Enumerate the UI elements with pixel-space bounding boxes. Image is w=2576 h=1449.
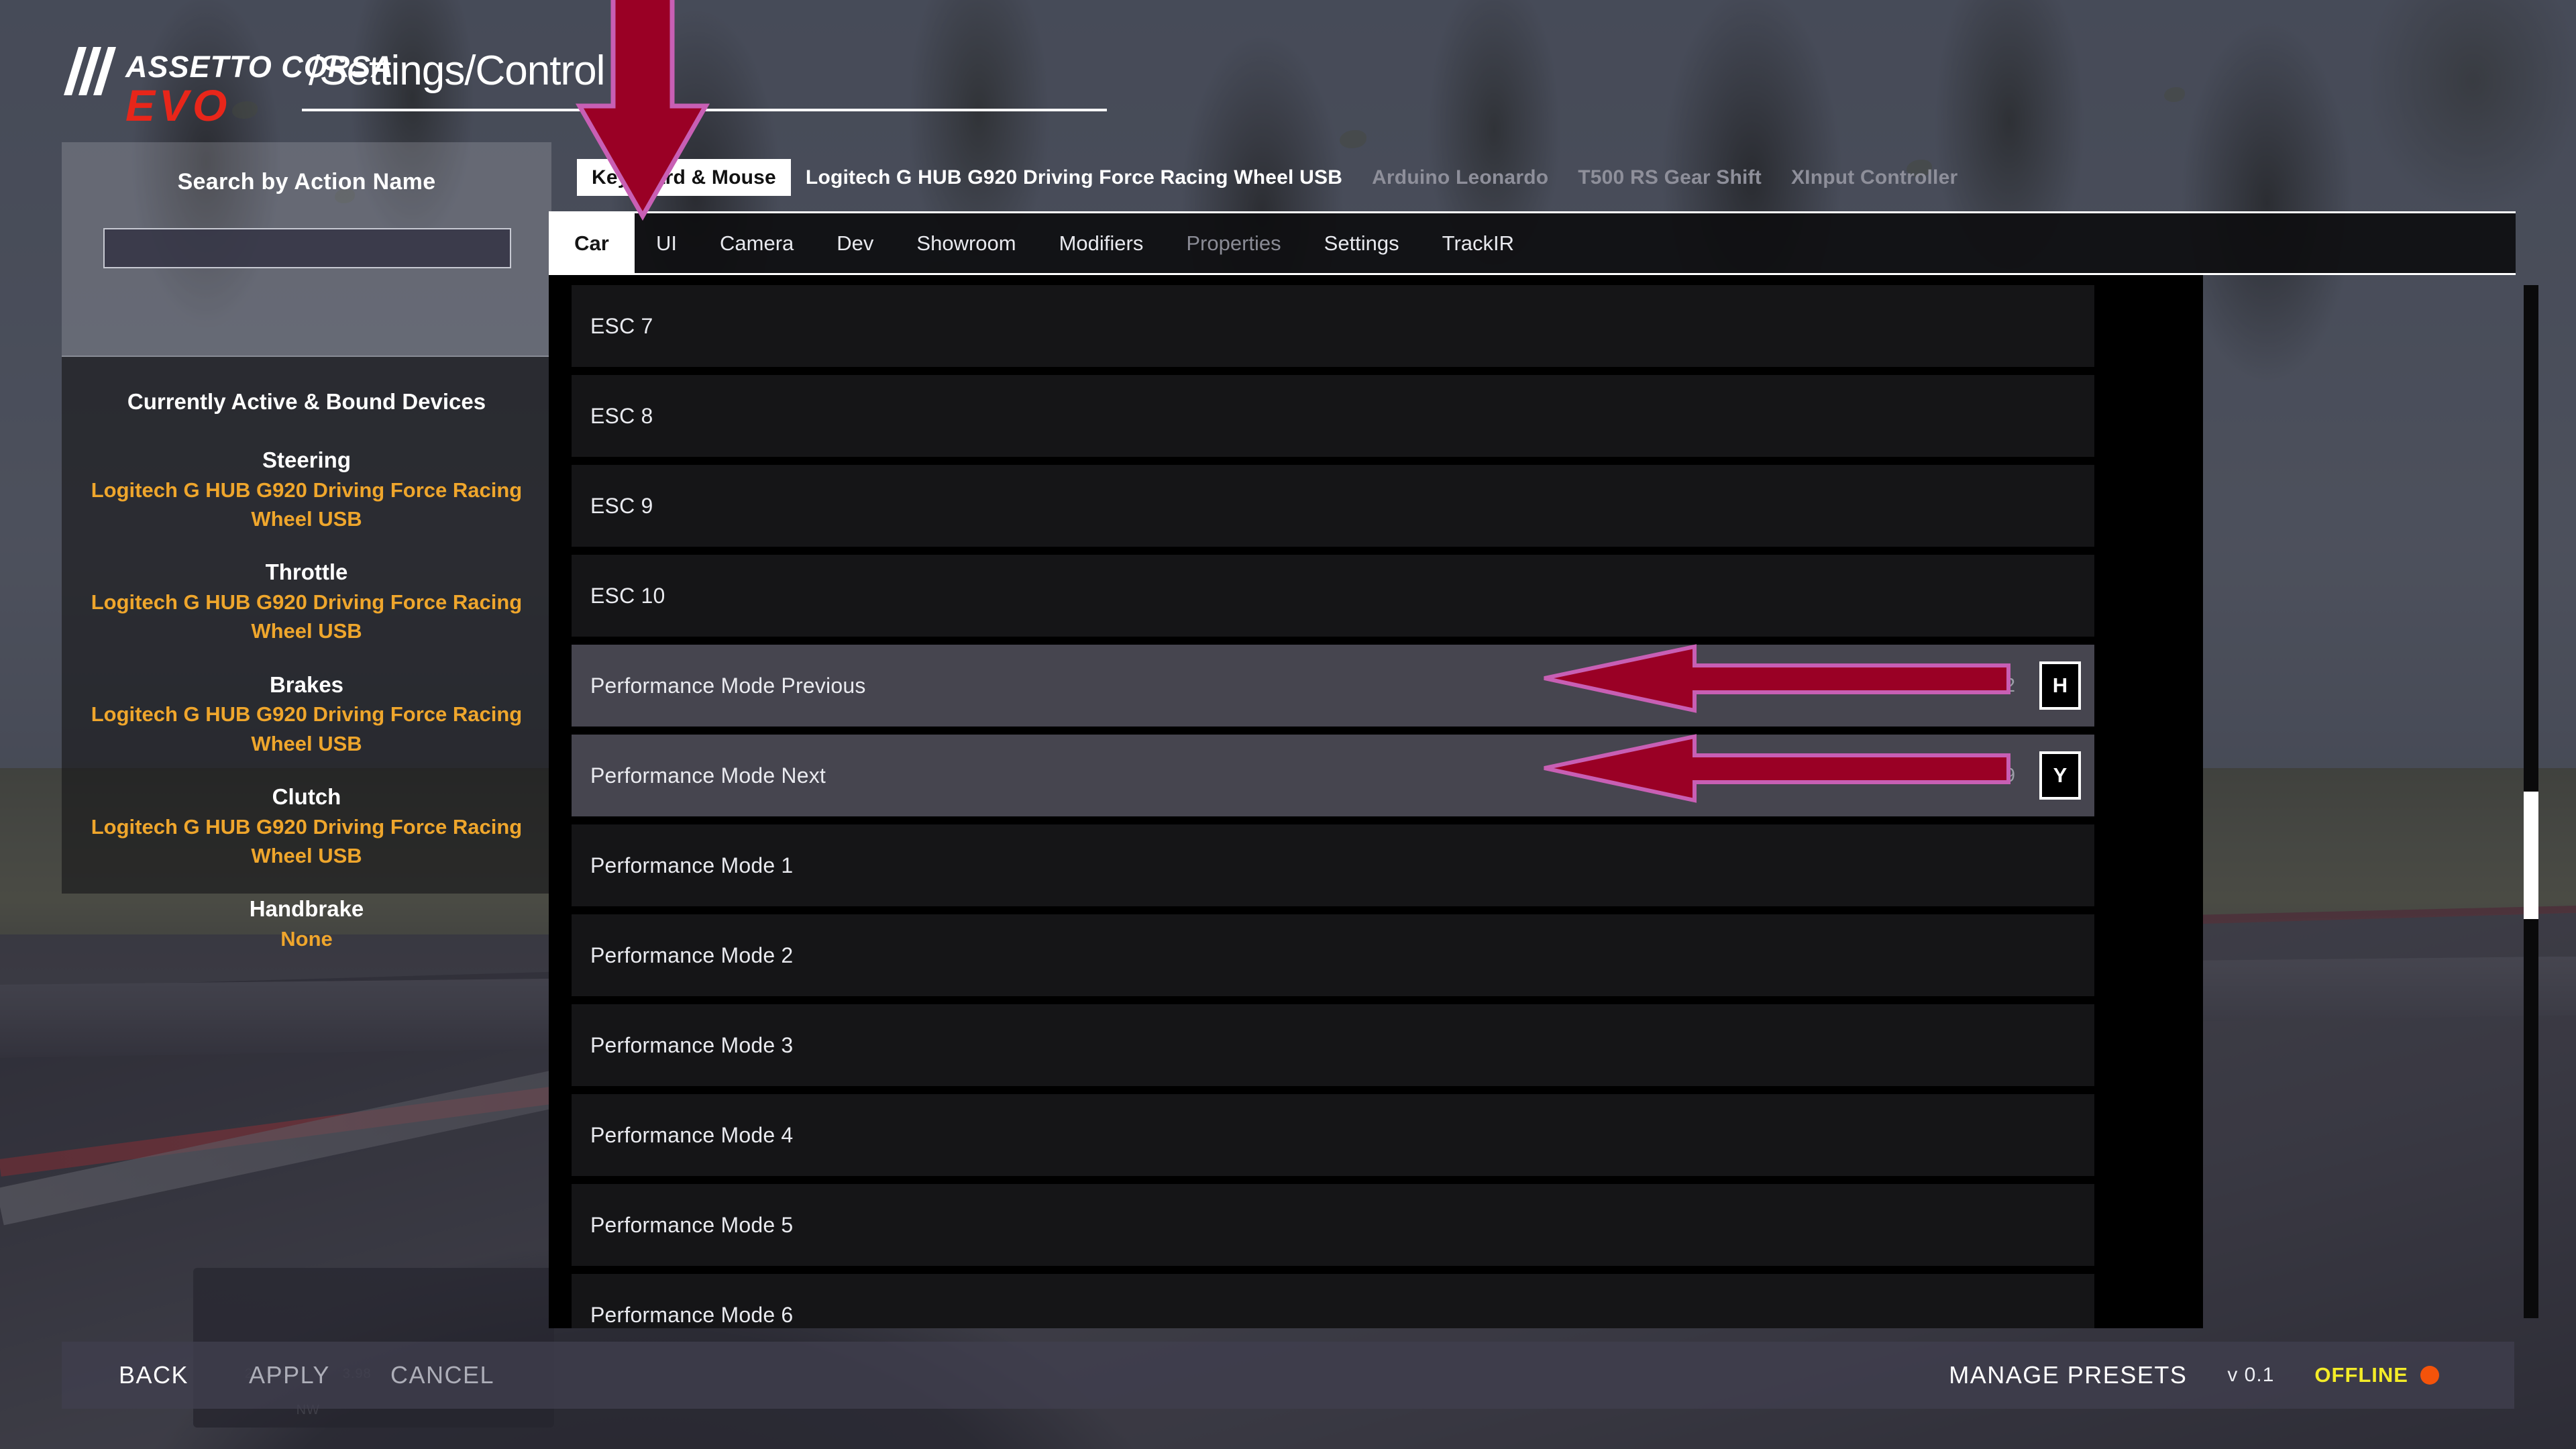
action-row-label: ESC 7: [590, 314, 653, 339]
action-row-label: Performance Mode 1: [590, 853, 793, 878]
device-tab[interactable]: Logitech G HUB G920 Driving Force Racing…: [791, 159, 1357, 196]
action-row-label: Performance Mode 3: [590, 1033, 793, 1058]
action-row-label: Performance Mode 4: [590, 1123, 793, 1148]
left-sidebar: Search by Action Name Currently Active &…: [62, 142, 551, 894]
search-label: Search by Action Name: [62, 169, 551, 195]
bound-device-group: HandbrakeNone: [62, 894, 551, 953]
bound-device-group: BrakesLogitech G HUB G920 Driving Force …: [62, 670, 551, 758]
bottom-action-bar: BACK APPLY CANCEL MANAGE PRESETS v 0.1 O…: [62, 1342, 2514, 1409]
bound-device-role: Brakes: [62, 670, 551, 700]
logo-evo-wordmark: EVO: [125, 83, 231, 127]
action-row[interactable]: Performance Mode 2: [572, 914, 2094, 996]
search-input[interactable]: [103, 228, 511, 268]
action-row-label: ESC 10: [590, 584, 665, 608]
device-tab[interactable]: XInput Controller: [1776, 159, 1972, 196]
action-row-label: ESC 8: [590, 404, 653, 429]
bound-device-value: Logitech G HUB G920 Driving Force Racing…: [62, 476, 551, 534]
category-tab-settings[interactable]: Settings: [1303, 211, 1421, 275]
action-row[interactable]: ESC 7: [572, 285, 2094, 367]
action-list[interactable]: ESC 7 ESC 8 ESC 9 ESC 10 Performance Mode Pr…: [572, 285, 2094, 1328]
status-indicator-dot: [2420, 1366, 2439, 1385]
back-button[interactable]: BACK: [119, 1361, 189, 1389]
cancel-button[interactable]: CANCEL: [390, 1361, 494, 1389]
bound-device-value: Logitech G HUB G920 Driving Force Racing…: [62, 812, 551, 871]
bound-devices-list: SteeringLogitech G HUB G920 Driving Forc…: [62, 445, 551, 953]
bound-device-role: Handbrake: [62, 894, 551, 924]
apply-button[interactable]: APPLY: [249, 1361, 330, 1389]
bound-device-group: ClutchLogitech G HUB G920 Driving Force …: [62, 782, 551, 870]
bound-device-role: Clutch: [62, 782, 551, 812]
bound-device-value: None: [62, 924, 551, 953]
action-row[interactable]: Performance Mode 3: [572, 1004, 2094, 1086]
bound-devices-panel: Currently Active & Bound Devices Steerin…: [62, 357, 551, 894]
action-row-label: Performance Mode 5: [590, 1213, 793, 1238]
device-tab[interactable]: Arduino Leonardo: [1357, 159, 1563, 196]
category-tab-trackir[interactable]: TrackIR: [1421, 211, 1536, 275]
assetto-corsa-logo-icon: [64, 47, 119, 95]
category-tab-dev[interactable]: Dev: [815, 211, 895, 275]
action-row[interactable]: ESC 8: [572, 375, 2094, 457]
bound-device-value: Logitech G HUB G920 Driving Force Racing…: [62, 700, 551, 758]
app-header: ASSETTO CORSA EVO /Settings/Control: [0, 0, 2576, 138]
device-tab[interactable]: T500 RS Gear Shift: [1563, 159, 1776, 196]
bound-devices-title: Currently Active & Bound Devices: [62, 389, 551, 415]
device-tab-strip[interactable]: Keyboard & MouseLogitech G HUB G920 Driv…: [577, 159, 1972, 196]
bound-device-group: ThrottleLogitech G HUB G920 Driving Forc…: [62, 557, 551, 645]
bound-device-value: Logitech G HUB G920 Driving Force Racing…: [62, 588, 551, 646]
action-row[interactable]: Performance Mode 6: [572, 1274, 2094, 1328]
action-row[interactable]: ESC 10: [572, 555, 2094, 637]
action-row[interactable]: ESC 9: [572, 465, 2094, 547]
action-row-label: ESC 9: [590, 494, 653, 519]
action-row[interactable]: Performance Mode 5: [572, 1184, 2094, 1266]
category-tab-bar[interactable]: CarUICameraDevShowroomModifiers Properti…: [549, 211, 2516, 275]
action-row-label: Performance Mode Previous: [590, 674, 866, 698]
search-panel: Search by Action Name: [62, 142, 551, 357]
category-tab-properties[interactable]: Properties: [1165, 211, 1302, 275]
bound-device-role: Throttle: [62, 557, 551, 588]
action-row[interactable]: Performance Mode 1: [572, 824, 2094, 906]
annotation-arrow-left-performance-next: [1542, 733, 2011, 804]
action-row-key-badge[interactable]: Y: [2039, 751, 2081, 800]
action-row-label: Performance Mode 6: [590, 1303, 793, 1328]
manage-presets-button[interactable]: MANAGE PRESETS: [1949, 1361, 2187, 1389]
action-row[interactable]: Performance Mode 4: [572, 1094, 2094, 1176]
status-label: OFFLINE: [2314, 1363, 2408, 1387]
action-row-key-badge[interactable]: H: [2039, 661, 2081, 710]
bottom-bar-right-group: MANAGE PRESETS v 0.1 OFFLINE: [1949, 1361, 2439, 1389]
category-tab-modifiers[interactable]: Modifiers: [1038, 211, 1165, 275]
app-logo: ASSETTO CORSA EVO: [64, 46, 299, 119]
version-label: v 0.1: [2227, 1364, 2274, 1387]
category-tab-showroom[interactable]: Showroom: [895, 211, 1037, 275]
action-row-label: Performance Mode 2: [590, 943, 793, 968]
annotation-arrow-left-performance-previous: [1542, 643, 2011, 714]
status-badge: OFFLINE: [2314, 1363, 2439, 1387]
annotation-arrow-down: [562, 0, 723, 235]
action-list-scrollbar-thumb[interactable]: [2524, 792, 2538, 919]
breadcrumb: /Settings/Control: [309, 47, 604, 95]
bound-device-role: Steering: [62, 445, 551, 476]
action-row-label: Performance Mode Next: [590, 763, 826, 788]
bottom-bar-left-group: BACK APPLY CANCEL: [119, 1361, 494, 1389]
bound-device-group: SteeringLogitech G HUB G920 Driving Forc…: [62, 445, 551, 533]
category-tabs-right[interactable]: PropertiesSettingsTrackIR: [1165, 211, 1536, 275]
